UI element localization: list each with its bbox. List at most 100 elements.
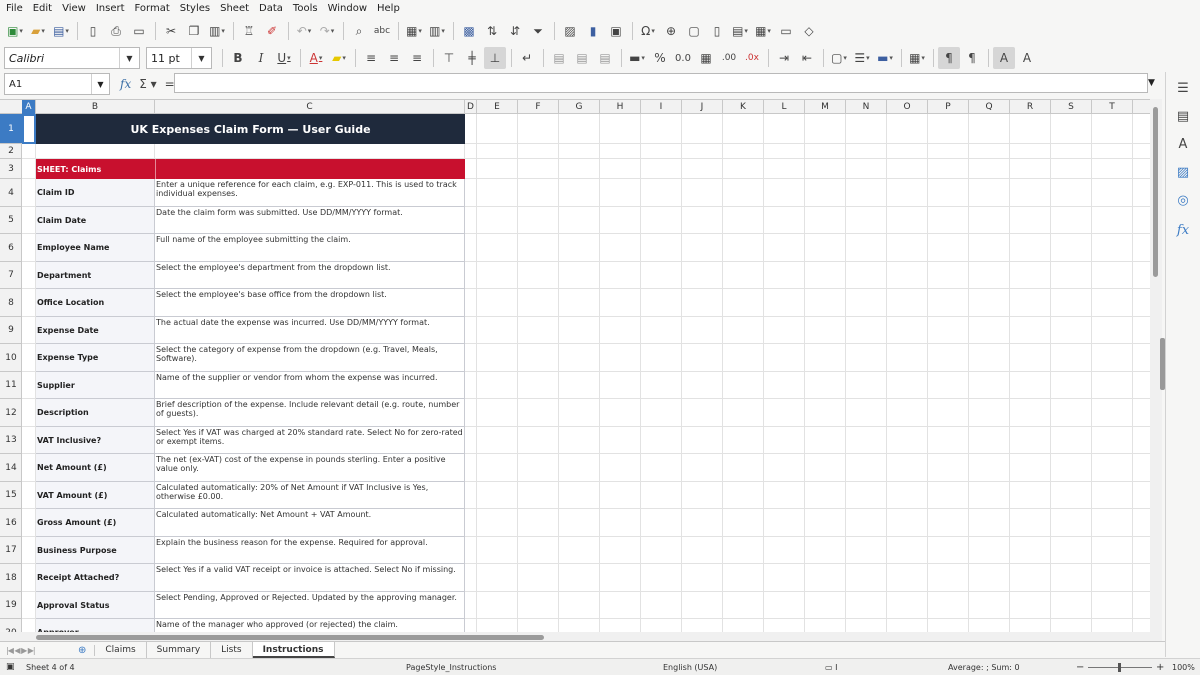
function-wizard-icon[interactable]: fx: [120, 77, 131, 91]
align-bottom-icon[interactable]: ⊥: [484, 47, 506, 69]
zoom-out-icon[interactable]: −: [1076, 662, 1084, 673]
merge-center-icon[interactable]: ▤: [548, 47, 570, 69]
paste-icon[interactable]: ▥: [206, 20, 228, 42]
left-to-right-icon[interactable]: ¶: [938, 47, 960, 69]
align-left-icon[interactable]: ≡: [360, 47, 382, 69]
row-header-4[interactable]: 4: [0, 179, 22, 207]
selection-mode-icon[interactable]: ▭ I: [825, 663, 837, 672]
field-description-cell[interactable]: Explain the business reason for the expe…: [155, 537, 465, 564]
row-header-2[interactable]: 2: [0, 144, 22, 159]
open-folder-icon[interactable]: ▰: [27, 20, 49, 42]
row-header-7[interactable]: 7: [0, 262, 22, 289]
decrease-indent-icon[interactable]: ⇤: [796, 47, 818, 69]
menu-item-sheet[interactable]: Sheet: [220, 3, 255, 14]
row-header-13[interactable]: 13: [0, 427, 22, 454]
align-right-icon[interactable]: ≡: [406, 47, 428, 69]
sheet-title[interactable]: UK Expenses Claim Form — User Guide: [36, 114, 465, 144]
redo-icon[interactable]: ↷: [316, 20, 338, 42]
field-description-cell[interactable]: Date the claim form was submitted. Use D…: [155, 207, 465, 234]
menu-item-data[interactable]: Data: [259, 3, 289, 14]
menu-item-styles[interactable]: Styles: [180, 3, 216, 14]
field-name-cell[interactable]: Office Location: [36, 289, 155, 317]
bold-icon[interactable]: B: [227, 47, 249, 69]
sum-icon[interactable]: Σ ▾: [139, 77, 156, 91]
column-header-l[interactable]: L: [764, 100, 805, 114]
special-character-icon[interactable]: Ω: [637, 20, 659, 42]
row-header-6[interactable]: 6: [0, 234, 22, 262]
field-description-cell[interactable]: Select Yes if a valid VAT receipt or inv…: [155, 564, 465, 592]
field-name-cell[interactable]: VAT Inclusive?: [36, 427, 155, 454]
print-preview-icon[interactable]: ▭: [128, 20, 150, 42]
borders-icon[interactable]: ▢: [828, 47, 850, 69]
field-description-cell[interactable]: The net (ex-VAT) cost of the expense in …: [155, 454, 465, 482]
menu-item-view[interactable]: View: [62, 3, 92, 14]
column-icon[interactable]: ▥: [426, 20, 448, 42]
field-name-cell[interactable]: Net Amount (£): [36, 454, 155, 482]
row-header-18[interactable]: 18: [0, 564, 22, 592]
field-name-cell[interactable]: Employee Name: [36, 234, 155, 262]
tab-claims[interactable]: Claims: [95, 642, 147, 658]
field-description-cell[interactable]: Name of the supplier or vendor from whom…: [155, 372, 465, 399]
column-header-g[interactable]: G: [559, 100, 600, 114]
add-decimal-icon[interactable]: .00: [718, 47, 740, 69]
spreadsheet-grid[interactable]: ABCDEFGHIJKLMNOPQRST 1 2 3 4 5 6 7 8 9 10 11 12 13 14…: [0, 99, 1150, 632]
language[interactable]: English (USA): [663, 663, 717, 672]
expand-formula-icon[interactable]: ▼: [1148, 78, 1155, 88]
increase-indent-icon[interactable]: ⇥: [773, 47, 795, 69]
column-header-j[interactable]: J: [682, 100, 723, 114]
column-header-q[interactable]: Q: [969, 100, 1010, 114]
row-icon[interactable]: ▦: [403, 20, 425, 42]
zoom-level[interactable]: 100%: [1172, 663, 1195, 672]
column-header-m[interactable]: M: [805, 100, 846, 114]
field-name-cell[interactable]: Description: [36, 399, 155, 427]
field-description-cell[interactable]: Brief description of the expense. Includ…: [155, 399, 465, 427]
insert-chart-icon[interactable]: ▮: [582, 20, 604, 42]
field-description-cell[interactable]: Enter a unique reference for each claim,…: [155, 179, 465, 207]
hyperlink-icon[interactable]: ⊕: [660, 20, 682, 42]
vertical-scroll-thumb[interactable]: [1153, 107, 1158, 277]
menu-item-help[interactable]: Help: [377, 3, 406, 14]
zoom-in-icon[interactable]: +: [1156, 662, 1164, 673]
navigator-icon[interactable]: ◎: [1175, 192, 1191, 208]
conditional-formatting-icon[interactable]: ▦: [906, 47, 928, 69]
section-header[interactable]: SHEET: Claims: [36, 159, 465, 179]
row-header-10[interactable]: 10: [0, 344, 22, 372]
row-header-9[interactable]: 9: [0, 317, 22, 344]
row-header-19[interactable]: 19: [0, 592, 22, 619]
field-description-cell[interactable]: Full name of the employee submitting the…: [155, 234, 465, 262]
field-name-cell[interactable]: Gross Amount (£): [36, 509, 155, 537]
field-description-cell[interactable]: Select the employee's department from th…: [155, 262, 465, 289]
row-header-5[interactable]: 5: [0, 207, 22, 234]
tab-navigation-icon[interactable]: |◀ ◀ ▶ ▶|: [0, 646, 70, 655]
field-name-cell[interactable]: Department: [36, 262, 155, 289]
menu-item-format[interactable]: Format: [135, 3, 176, 14]
styles-icon[interactable]: A: [1175, 136, 1191, 152]
column-header-n[interactable]: N: [846, 100, 887, 114]
print-icon[interactable]: ⎙: [105, 20, 127, 42]
properties-icon[interactable]: ▤: [1175, 108, 1191, 124]
date-format-icon[interactable]: ▦: [695, 47, 717, 69]
field-name-cell[interactable]: Approval Status: [36, 592, 155, 619]
border-style-icon[interactable]: ☰: [851, 47, 873, 69]
undo-icon[interactable]: ↶: [293, 20, 315, 42]
delete-decimal-icon[interactable]: .0x: [741, 47, 763, 69]
clone-formatting-icon[interactable]: ♖: [238, 20, 260, 42]
column-header-t[interactable]: T: [1092, 100, 1133, 114]
functions-icon[interactable]: fx: [1175, 222, 1191, 238]
chevron-down-icon[interactable]: ▼: [91, 74, 109, 94]
define-print-area-icon[interactable]: ▤: [729, 20, 751, 42]
font-color-icon[interactable]: A: [305, 47, 327, 69]
align-middle-icon[interactable]: ╪: [461, 47, 483, 69]
tab-instructions[interactable]: Instructions: [252, 642, 335, 658]
split-window-icon[interactable]: ▭: [775, 20, 797, 42]
percent-format-icon[interactable]: %: [649, 47, 671, 69]
unmerge-cells-icon[interactable]: ▤: [594, 47, 616, 69]
chevron-down-icon[interactable]: ▼: [119, 48, 139, 68]
document-modified-icon[interactable]: ▣: [6, 662, 18, 672]
menu-item-tools[interactable]: Tools: [293, 3, 324, 14]
insert-image-icon[interactable]: ▨: [559, 20, 581, 42]
border-color-icon[interactable]: ▬: [874, 47, 896, 69]
column-header-o[interactable]: O: [887, 100, 928, 114]
field-description-cell[interactable]: Select the employee's base office from t…: [155, 289, 465, 317]
copy-icon[interactable]: ❐: [183, 20, 205, 42]
